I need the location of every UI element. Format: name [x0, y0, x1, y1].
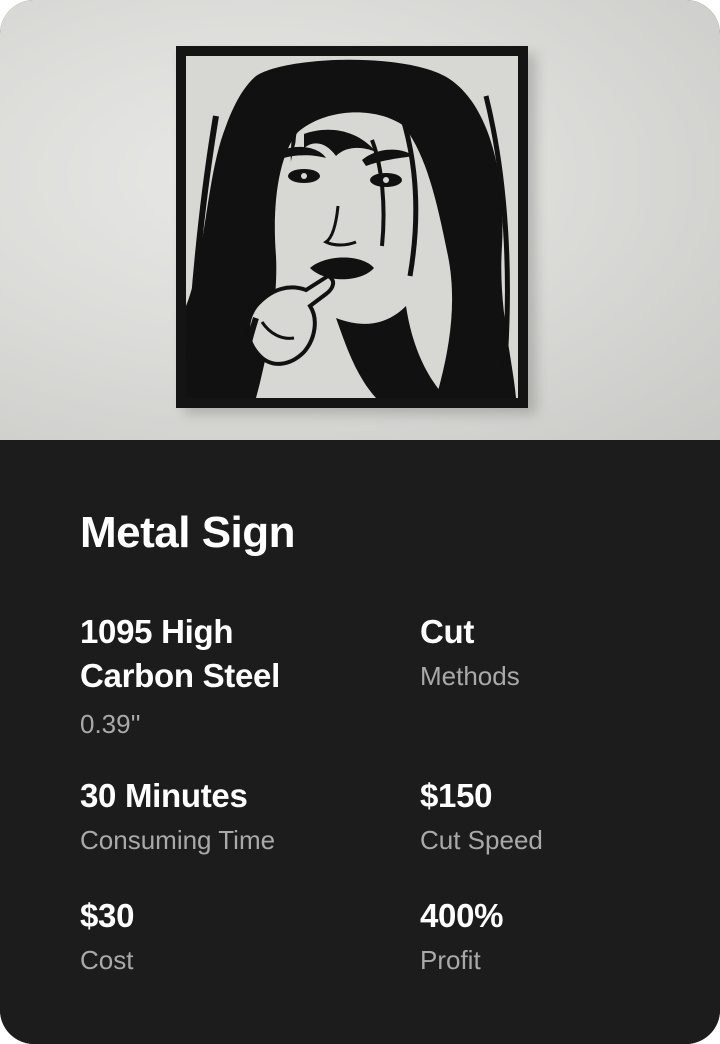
product-card[interactable]: Metal Sign 1095 High Carbon Steel 0.39''…	[0, 0, 720, 1044]
portrait-artwork	[186, 56, 518, 398]
time-label: Consuming Time	[80, 825, 276, 855]
time-value: 30 Minutes	[80, 777, 248, 814]
product-title: Metal Sign	[80, 508, 296, 557]
cost-label: Cost	[80, 945, 134, 975]
speed-label: Cut Speed	[420, 825, 543, 855]
profit-value: 400%	[420, 897, 504, 934]
profit-label: Profit	[420, 945, 481, 975]
method-value: Cut	[420, 613, 475, 650]
stat-material: 1095 High Carbon Steel 0.39''	[80, 610, 340, 742]
material-name-line2: Carbon Steel	[80, 657, 280, 694]
stat-speed: $150 Cut Speed	[420, 774, 680, 858]
cost-value: $30	[80, 897, 135, 934]
product-details: Metal Sign 1095 High Carbon Steel 0.39''…	[0, 440, 720, 1044]
material-name-line1: 1095 High	[80, 613, 234, 650]
metal-art-frame	[176, 46, 528, 408]
stat-cost: $30 Cost	[80, 894, 340, 978]
stat-time: 30 Minutes Consuming Time	[80, 774, 340, 858]
stat-profit: 400% Profit	[420, 894, 680, 978]
material-thickness: 0.39''	[80, 709, 141, 739]
product-image	[0, 0, 720, 440]
stat-method: Cut Methods	[420, 610, 680, 694]
speed-value: $150	[420, 777, 493, 814]
method-label: Methods	[420, 661, 520, 691]
